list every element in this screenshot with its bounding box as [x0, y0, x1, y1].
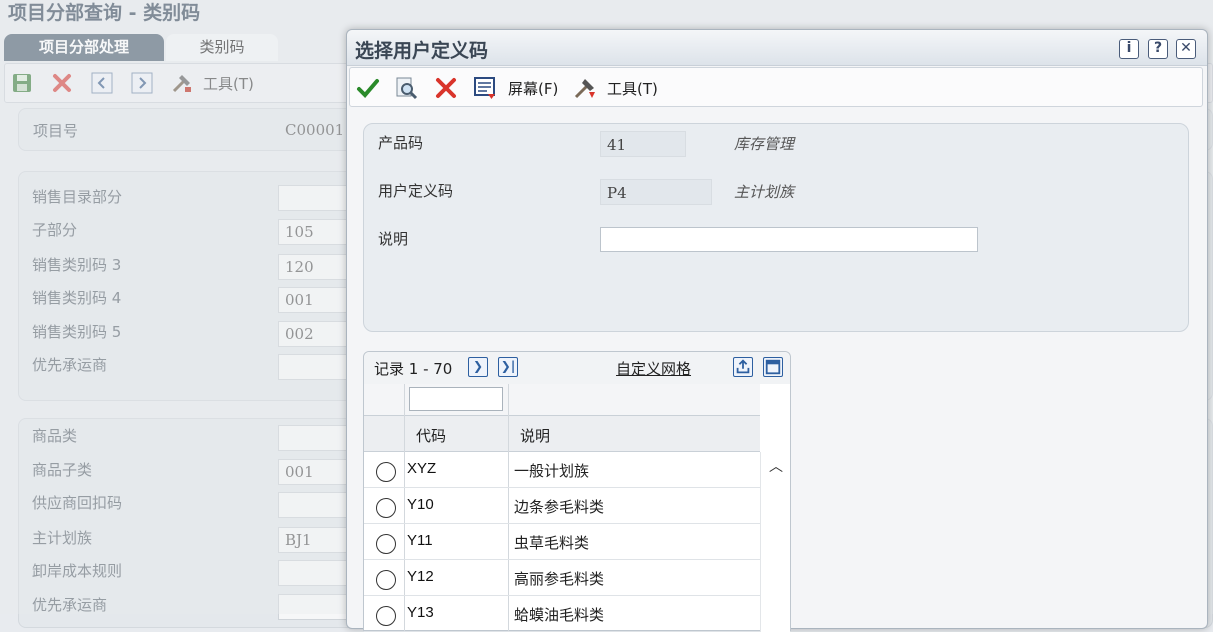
dialog-toolbar: 屏幕(F) 工具(T)	[349, 67, 1203, 107]
table-row[interactable]: Y13 蛤蟆油毛料类	[364, 596, 760, 632]
query-by-example-row	[364, 384, 760, 416]
udc-description: 主计划族	[734, 183, 795, 201]
row-code: Y11	[407, 532, 433, 549]
grid-header-row: 代码 说明	[364, 416, 760, 452]
select-check-icon[interactable]	[356, 76, 380, 100]
description-label: 说明	[378, 230, 409, 248]
help-icon[interactable]: ?	[1148, 39, 1168, 59]
row-code: Y12	[407, 568, 434, 585]
scroll-up-icon[interactable]: ︿	[769, 456, 783, 476]
export-icon[interactable]	[733, 357, 753, 377]
dialog-header: 选择用户定义码 i ? ✕	[347, 30, 1207, 66]
table-row[interactable]: Y11 虫草毛料类	[364, 524, 760, 560]
close-icon[interactable]: ✕	[1176, 39, 1196, 59]
row-code: Y13	[407, 604, 434, 621]
tools-icon[interactable]	[573, 76, 597, 100]
row-code: XYZ	[407, 460, 437, 477]
row-description: 虫草毛料类	[514, 534, 590, 552]
table-row[interactable]: Y10 边条参毛料类	[364, 488, 760, 524]
info-icon[interactable]: i	[1119, 39, 1139, 59]
column-header-description[interactable]: 说明	[520, 425, 550, 446]
row-description: 一般计划族	[514, 462, 590, 480]
udc-label: 用户定义码	[378, 182, 454, 200]
row-select-radio[interactable]	[376, 570, 396, 590]
product-code-description: 库存管理	[734, 135, 795, 153]
last-page-button[interactable]: ❯|	[498, 357, 518, 377]
record-count: 记录 1 - 70	[374, 360, 453, 378]
maximize-icon[interactable]	[763, 357, 783, 377]
customize-grid-link[interactable]: 自定义网格	[616, 358, 691, 379]
dialog-title: 选择用户定义码	[355, 40, 489, 62]
code-filter-input[interactable]	[409, 387, 503, 411]
select-udc-dialog: 选择用户定义码 i ? ✕ 屏幕(F) 工具(T) 产品码 41 库存管理 用户…	[346, 29, 1208, 632]
row-description: 边条参毛料类	[514, 498, 605, 516]
row-select-radio[interactable]	[376, 534, 396, 554]
next-page-button[interactable]: ❯	[468, 357, 488, 377]
row-description: 蛤蟆油毛料类	[514, 606, 605, 624]
grid-toolbar: 记录 1 - 70 ❯ ❯| 自定义网格	[364, 352, 790, 384]
cancel-icon[interactable]	[434, 76, 458, 100]
udc-grid: 记录 1 - 70 ❯ ❯| 自定义网格 代码 说明 XYZ 一般计划族 Y10…	[363, 351, 791, 632]
row-select-radio[interactable]	[376, 606, 396, 626]
product-code-label: 产品码	[378, 134, 424, 152]
product-code-value: 41	[600, 131, 686, 157]
screen-menu[interactable]: 屏幕(F)	[508, 78, 558, 99]
row-code: Y10	[407, 496, 434, 513]
description-input[interactable]	[600, 227, 978, 252]
column-header-code[interactable]: 代码	[416, 425, 446, 446]
row-select-radio[interactable]	[376, 462, 396, 482]
find-icon[interactable]	[394, 76, 418, 100]
screen-icon[interactable]	[473, 76, 497, 100]
table-row[interactable]: XYZ 一般计划族	[364, 452, 760, 488]
grid-scrollbar[interactable]: ︿	[760, 452, 790, 632]
row-select-radio[interactable]	[376, 498, 396, 518]
table-row[interactable]: Y12 高丽参毛料类	[364, 560, 760, 596]
row-description: 高丽参毛料类	[514, 570, 605, 588]
tools-menu[interactable]: 工具(T)	[607, 78, 658, 99]
udc-value: P4	[600, 179, 712, 205]
udc-form-panel: 产品码 41 库存管理 用户定义码 P4 主计划族 说明	[363, 123, 1189, 332]
